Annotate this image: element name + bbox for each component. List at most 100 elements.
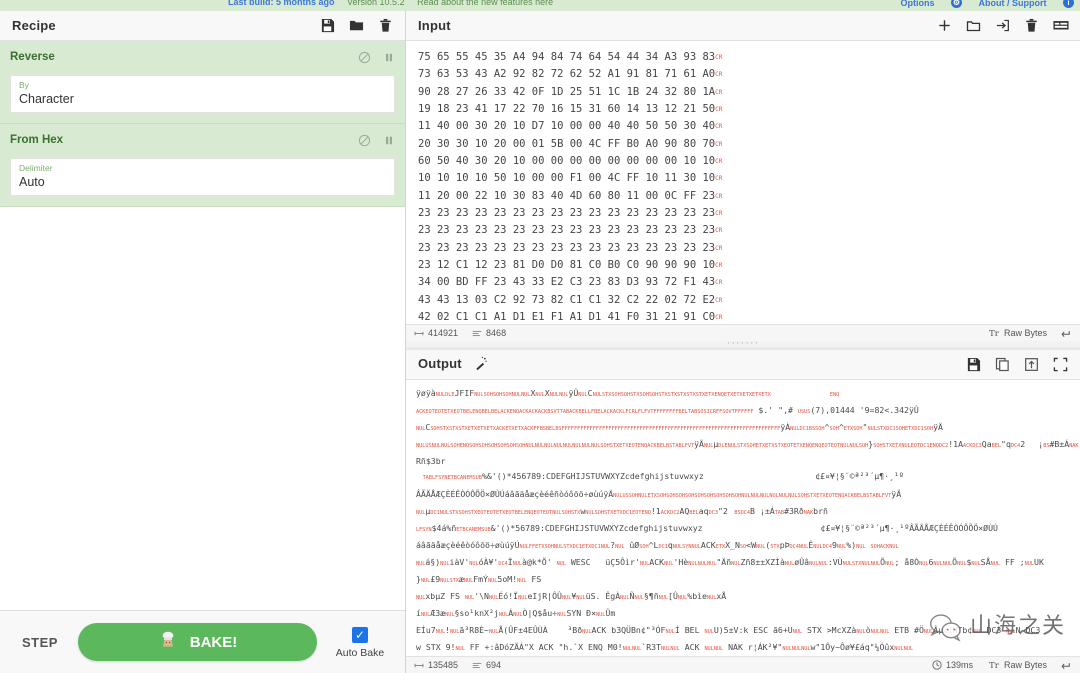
control-char-marker: BEL xyxy=(689,509,699,516)
pause-icon[interactable] xyxy=(383,51,395,64)
trash-icon[interactable] xyxy=(378,18,393,33)
banner-right: Options ⚙ About / Support i xyxy=(886,0,1074,8)
control-char-marker: US xyxy=(804,409,811,416)
pause-icon[interactable] xyxy=(383,134,395,147)
control-char-marker: NUL xyxy=(778,492,789,499)
control-char-marker: ETX xyxy=(647,492,657,499)
control-char-marker: ENQ xyxy=(929,443,939,450)
open-file-icon[interactable] xyxy=(995,18,1010,33)
maximize-icon[interactable] xyxy=(1053,357,1068,372)
control-char-marker: EOT xyxy=(533,509,543,516)
control-char-marker: ENQ xyxy=(641,509,651,516)
control-char-marker: DC3 xyxy=(972,443,982,450)
control-char-marker: ACK xyxy=(500,409,510,416)
control-char-marker: SOH xyxy=(430,426,440,433)
io-column: Input 75 65 55 45 35 A4 94 84 74 64 54 4… xyxy=(406,11,1080,673)
recipe-operation-list[interactable]: Reverse By Character From Hex Delimiter … xyxy=(0,41,405,610)
control-char-marker: SOH xyxy=(492,392,503,398)
control-char-marker: BEL xyxy=(491,409,501,416)
folder-icon[interactable] xyxy=(966,18,981,33)
options-button[interactable]: Options xyxy=(900,0,934,8)
control-char-marker: STX xyxy=(563,543,573,550)
save-icon[interactable] xyxy=(966,357,981,372)
control-char-marker: STX xyxy=(876,426,887,433)
hex-line: 11 20 00 22 10 30 83 40 4D 60 80 11 00 0… xyxy=(418,189,723,202)
control-char-marker: SOH xyxy=(870,543,880,550)
operation-argument[interactable]: Delimiter Auto xyxy=(10,158,395,196)
info-icon[interactable]: i xyxy=(1063,0,1074,8)
control-char-marker: NUL xyxy=(665,629,675,636)
control-char-marker: NUL xyxy=(455,646,465,653)
control-char-marker: NUL xyxy=(464,595,475,602)
control-char-marker: EOT xyxy=(910,443,921,450)
control-char-marker: NUL xyxy=(919,560,929,567)
control-char-marker: NUL xyxy=(664,560,674,567)
control-char-marker: NUL xyxy=(867,426,877,433)
add-tab-icon[interactable] xyxy=(937,18,952,33)
control-char-marker: NUL xyxy=(706,595,717,602)
control-char-marker: NUL xyxy=(634,595,644,602)
output-eol-status[interactable] xyxy=(1061,661,1072,670)
svg-text:Tr: Tr xyxy=(989,329,1000,338)
replace-input-icon[interactable] xyxy=(1024,357,1039,372)
about-support-button[interactable]: About / Support xyxy=(979,0,1047,8)
output-encoding-status[interactable]: Tr Raw Bytes xyxy=(989,660,1047,670)
control-char-marker: NUL xyxy=(416,509,426,516)
length-icon xyxy=(414,329,424,338)
io-splitter[interactable] xyxy=(406,341,1080,347)
input-panel: Input 75 65 55 45 35 A4 94 84 74 64 54 4… xyxy=(406,11,1080,341)
trash-icon[interactable] xyxy=(1024,18,1039,33)
control-char-marker: NUL xyxy=(972,629,982,636)
control-char-marker: CR xyxy=(715,210,723,218)
control-char-marker: NUL xyxy=(691,543,701,550)
control-char-marker: ACK xyxy=(963,443,973,450)
auto-bake-checkbox[interactable]: ✓ xyxy=(352,626,368,643)
input-eol-status[interactable] xyxy=(1061,329,1072,338)
tabs-icon[interactable] xyxy=(1053,18,1069,33)
control-char-marker: NUL xyxy=(971,560,981,567)
svg-text:Tr: Tr xyxy=(989,661,1000,670)
operation-argument[interactable]: By Character xyxy=(10,75,395,113)
control-char-marker: NUL xyxy=(885,560,895,567)
control-char-marker: NUL xyxy=(582,629,592,636)
control-char-marker: NUL xyxy=(697,560,707,567)
recipe-operation[interactable]: From Hex Delimiter Auto xyxy=(0,124,405,207)
recipe-operation[interactable]: Reverse By Character xyxy=(0,41,405,124)
control-char-marker: TAB xyxy=(672,443,682,450)
output-title: Output xyxy=(418,356,462,371)
disable-icon[interactable] xyxy=(358,134,371,147)
input-encoding-status[interactable]: Tr Raw Bytes xyxy=(989,328,1047,338)
control-char-marker: NUL xyxy=(784,560,795,567)
control-char-marker: SOH xyxy=(648,392,659,398)
control-char-marker: DC3 xyxy=(708,509,718,516)
copy-icon[interactable] xyxy=(995,357,1010,372)
step-button[interactable]: STEP xyxy=(14,629,66,656)
save-icon[interactable] xyxy=(320,18,335,33)
input-hex-content[interactable]: 75 65 55 45 35 A4 94 84 74 64 54 44 34 A… xyxy=(406,41,1080,324)
argument-value[interactable]: Character xyxy=(19,91,386,107)
bake-button[interactable]: BAKE! xyxy=(77,623,317,661)
control-char-marker: ACK xyxy=(528,409,538,416)
control-char-marker: NUL xyxy=(559,392,569,398)
output-length-status: 135485 xyxy=(414,660,458,670)
control-char-marker: BEL xyxy=(514,509,525,516)
control-char-marker: ACK xyxy=(416,409,426,416)
banner-news-link[interactable]: Read about the new features here xyxy=(417,0,553,7)
output-content[interactable]: ÿøÿàNULDLEJFIFNULSOHSOHSOHNULNULXNULXNUL… xyxy=(406,380,1080,656)
recipe-title: Recipe xyxy=(12,18,56,33)
folder-icon[interactable] xyxy=(349,18,364,33)
control-char-marker: NUL xyxy=(416,443,426,450)
control-char-marker: EOT xyxy=(425,409,435,416)
control-char-marker: ETX xyxy=(505,426,515,433)
argument-value[interactable]: Auto xyxy=(19,174,386,190)
disable-icon[interactable] xyxy=(358,51,371,64)
control-char-marker: NUL xyxy=(488,629,499,636)
control-char-marker: BEL xyxy=(991,443,1002,450)
control-char-marker: NUL xyxy=(518,595,528,602)
control-char-marker: STX xyxy=(770,543,780,550)
control-char-marker: ETX xyxy=(444,409,454,416)
magic-wand-icon[interactable] xyxy=(474,356,488,373)
gear-icon[interactable]: ⚙ xyxy=(950,0,962,8)
control-char-marker: NUL xyxy=(672,543,683,550)
control-char-marker: NUL xyxy=(801,646,811,653)
